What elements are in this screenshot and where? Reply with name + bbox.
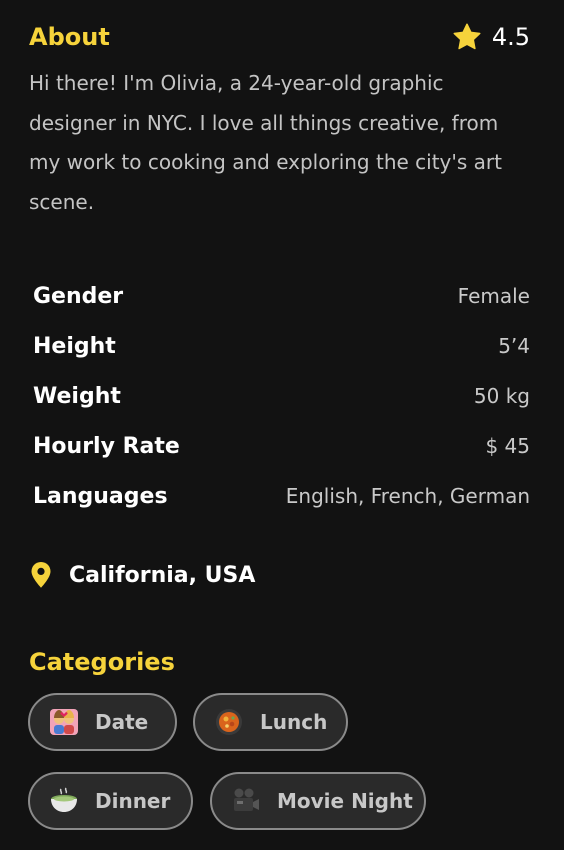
detail-value: 50 kg [473,384,530,408]
detail-label: Height [33,333,116,359]
detail-row-height: Height 5’4 [33,321,530,371]
movie-camera-icon [229,784,263,818]
pan-food-icon [212,705,246,739]
chip-label: Lunch [260,710,328,734]
detail-label: Weight [33,383,121,409]
details-list: Gender Female Height 5’4 Weight 50 kg Ho… [33,271,530,521]
chip-label: Date [95,710,149,734]
detail-label: Hourly Rate [33,433,180,459]
bowl-icon [47,784,81,818]
about-title: About [29,23,110,51]
detail-value: English, French, German [285,484,530,508]
category-chip-date[interactable]: Date [28,693,177,751]
bio-text: Hi there! I'm Olivia, a 24-year-old grap… [29,71,502,214]
star-icon [452,22,482,52]
detail-value: 5’4 [498,334,530,358]
categories-title: Categories [29,648,175,676]
detail-label: Languages [33,483,168,509]
detail-row-languages: Languages English, French, German [33,471,530,521]
about-header: About 4.5 [29,22,530,52]
detail-row-gender: Gender Female [33,271,530,321]
location: California, USA [30,561,255,589]
category-chip-lunch[interactable]: Lunch [193,693,348,751]
category-chip-dinner[interactable]: Dinner [28,772,193,830]
rating-value: 4.5 [491,23,530,51]
chip-label: Dinner [95,789,171,813]
detail-row-hourly-rate: Hourly Rate $ 45 [33,421,530,471]
rating: 4.5 [452,22,530,52]
detail-value: Female [457,284,530,308]
detail-row-weight: Weight 50 kg [33,371,530,421]
category-chip-movie-night[interactable]: Movie Night [210,772,426,830]
map-pin-icon [30,561,52,589]
detail-value: $ 45 [485,434,530,458]
detail-label: Gender [33,283,124,309]
location-text: California, USA [69,562,256,588]
couple-icon [47,705,81,739]
chip-label: Movie Night [277,789,413,813]
